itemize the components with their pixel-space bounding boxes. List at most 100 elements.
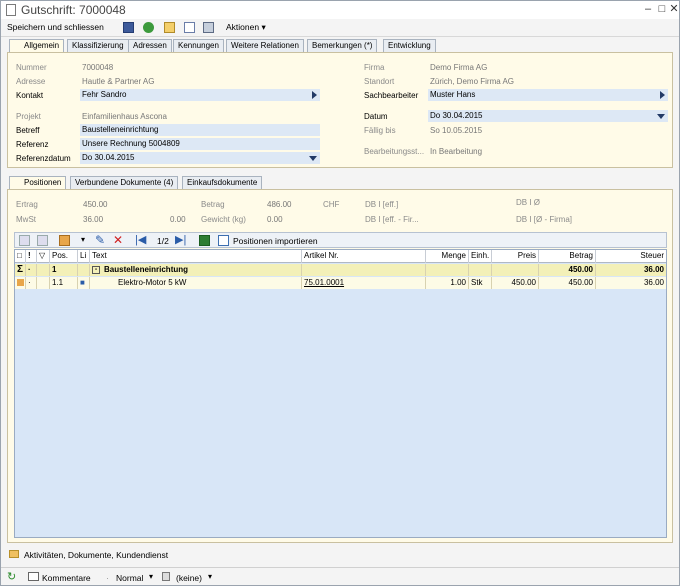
page-counter: 1/2: [157, 236, 169, 246]
row-menge: 1.00: [426, 277, 469, 289]
referenz-label: Referenz: [16, 140, 49, 149]
tab-verbundene-dokumente[interactable]: Verbundene Dokumente (4): [70, 176, 179, 189]
kontakt-field[interactable]: Fehr Sandro: [80, 89, 320, 101]
minimize-icon[interactable]: –: [641, 3, 655, 16]
db-avg-label: DB I Ø: [516, 198, 541, 207]
row-artikel-link[interactable]: 75.01.0001: [302, 277, 426, 289]
betrag-value: 486.00: [267, 200, 292, 209]
col-pos[interactable]: Pos.: [50, 250, 78, 263]
envelope-icon[interactable]: [164, 22, 175, 33]
nummer-value: 7000048: [82, 63, 114, 72]
first-page-icon[interactable]: |◀: [135, 233, 146, 246]
sachbearbeiter-field[interactable]: Muster Hans: [428, 89, 668, 101]
flag-icon[interactable]: [162, 572, 170, 581]
col-doc-icon: □: [15, 250, 26, 263]
col-einh[interactable]: Einh.: [469, 250, 492, 263]
activities-section[interactable]: Aktivitäten, Dokumente, Kundendienst: [1, 546, 679, 562]
referenz-field[interactable]: Unsere Rechnung 5004809: [80, 138, 320, 150]
priority-dropdown-icon[interactable]: ▾: [149, 572, 153, 581]
datum-label: Datum: [364, 112, 388, 121]
move-down-icon[interactable]: [37, 235, 48, 246]
betreff-label: Betreff: [16, 126, 40, 135]
col-artikel[interactable]: Artikel Nr.: [302, 250, 426, 263]
last-page-icon[interactable]: ▶|: [175, 233, 186, 246]
forward-icon[interactable]: [143, 22, 154, 33]
sachbearbeiter-label: Sachbearbeiter: [364, 91, 419, 100]
grid-toolbar: ▾ ✎ ✕ |◀ 1/2 ▶| Positionen importieren: [14, 232, 667, 248]
col-betrag[interactable]: Betrag: [539, 250, 596, 263]
dropdown-arrow-icon[interactable]: ▾: [81, 235, 85, 244]
row-spacer: [78, 264, 90, 276]
tab-adressen[interactable]: Adressen: [128, 39, 172, 52]
betreff-field[interactable]: Baustelleneinrichtung: [80, 124, 320, 136]
link-arrow-icon[interactable]: [312, 91, 317, 99]
status-bar: ↻ Kommentare · Normal ▾ (keine) ▾: [1, 567, 679, 585]
mwst-value-2: 0.00: [170, 215, 186, 224]
activities-label: Aktivitäten, Dokumente, Kundendienst: [24, 550, 169, 560]
projekt-label: Projekt: [16, 112, 41, 121]
preview-icon[interactable]: [184, 22, 195, 33]
flag-select[interactable]: (keine): [176, 573, 202, 583]
col-text[interactable]: Text: [90, 250, 302, 263]
comment-icon[interactable]: [28, 572, 39, 581]
tab-kennungen[interactable]: Kennungen: [173, 39, 224, 52]
table-row[interactable]: · 1.1 ■ Elektro-Motor 5 kW 75.01.0001 1.…: [15, 277, 666, 289]
print-icon[interactable]: [203, 22, 214, 33]
row-spacer: [492, 264, 539, 276]
sum-icon: Σ: [15, 264, 26, 276]
db-avg-firma-label: DB I [Ø - Firma]: [516, 215, 572, 224]
row-marker: ·: [26, 264, 37, 276]
col-steuer[interactable]: Steuer: [596, 250, 666, 263]
box-icon[interactable]: [59, 235, 70, 246]
ertrag-label: Ertrag: [16, 200, 38, 209]
dropdown-icon[interactable]: [657, 114, 665, 119]
title-bar: Gutschrift: 7000048 – □ ✕: [1, 1, 679, 19]
referenzdatum-label: Referenzdatum: [16, 154, 71, 163]
standort-label: Standort: [364, 77, 395, 86]
collapse-icon[interactable]: -: [92, 265, 100, 274]
import-positions-button[interactable]: Positionen importieren: [233, 236, 318, 246]
tab-einkaufsdokumente[interactable]: Einkaufsdokumente: [182, 176, 263, 189]
delete-icon[interactable]: ✕: [113, 233, 123, 247]
tab-klassifizierung[interactable]: Klassifizierung: [67, 39, 129, 52]
save-close-button[interactable]: Speichern und schliessen: [7, 20, 104, 35]
toolbar: Speichern und schliessen Aktionen ▾: [1, 19, 679, 37]
kontakt-label: Kontakt: [16, 91, 44, 100]
col-preis[interactable]: Preis: [492, 250, 539, 263]
row-spacer: [37, 264, 50, 276]
gewicht-label: Gewicht (kg): [201, 215, 246, 224]
save-icon[interactable]: [123, 22, 134, 33]
tab-bemerkungen[interactable]: Bemerkungen (*): [307, 39, 378, 52]
referenzdatum-field[interactable]: Do 30.04.2015: [80, 152, 320, 164]
tab-allgemein[interactable]: Allgemein: [9, 39, 65, 53]
tab-positionen[interactable]: Positionen: [9, 176, 67, 190]
link-arrow-icon[interactable]: [660, 91, 665, 99]
edit-pencil-icon[interactable]: ✎: [95, 233, 105, 247]
col-menge[interactable]: Menge: [426, 250, 469, 263]
excel-icon[interactable]: [199, 235, 210, 246]
firma-label: Firma: [364, 63, 385, 72]
row-text: Elektro-Motor 5 kW: [90, 277, 302, 289]
mwst-label: MwSt: [16, 215, 36, 224]
move-up-icon[interactable]: [19, 235, 30, 246]
adresse-value: Hautle & Partner AG: [82, 77, 155, 86]
actions-menu[interactable]: Aktionen ▾: [226, 20, 266, 35]
close-icon[interactable]: ✕: [667, 3, 680, 16]
tab-weitere-relationen[interactable]: Weitere Relationen: [226, 39, 304, 52]
group-steuer: 36.00: [643, 265, 664, 274]
projekt-value: Einfamilienhaus Ascona: [82, 112, 167, 121]
group-row[interactable]: Σ · 1 - Baustelleneinrichtung 450.00 36.0…: [15, 264, 666, 276]
col-li[interactable]: Li: [78, 250, 90, 263]
currency-label: CHF: [323, 200, 340, 209]
db-eff-label: DB I [eff.]: [365, 200, 399, 209]
dropdown-icon[interactable]: [309, 156, 317, 161]
col-filter-icon[interactable]: ▽: [37, 250, 50, 263]
truck-icon: ■: [78, 277, 90, 289]
import-icon[interactable]: [218, 235, 229, 246]
refresh-icon[interactable]: ↻: [7, 570, 16, 583]
comments-button[interactable]: Kommentare: [42, 573, 91, 583]
priority-select[interactable]: Normal: [116, 573, 143, 583]
flag-dropdown-icon[interactable]: ▾: [208, 572, 212, 581]
datum-field[interactable]: Do 30.04.2015: [428, 110, 668, 122]
tab-entwicklung[interactable]: Entwicklung: [383, 39, 436, 52]
